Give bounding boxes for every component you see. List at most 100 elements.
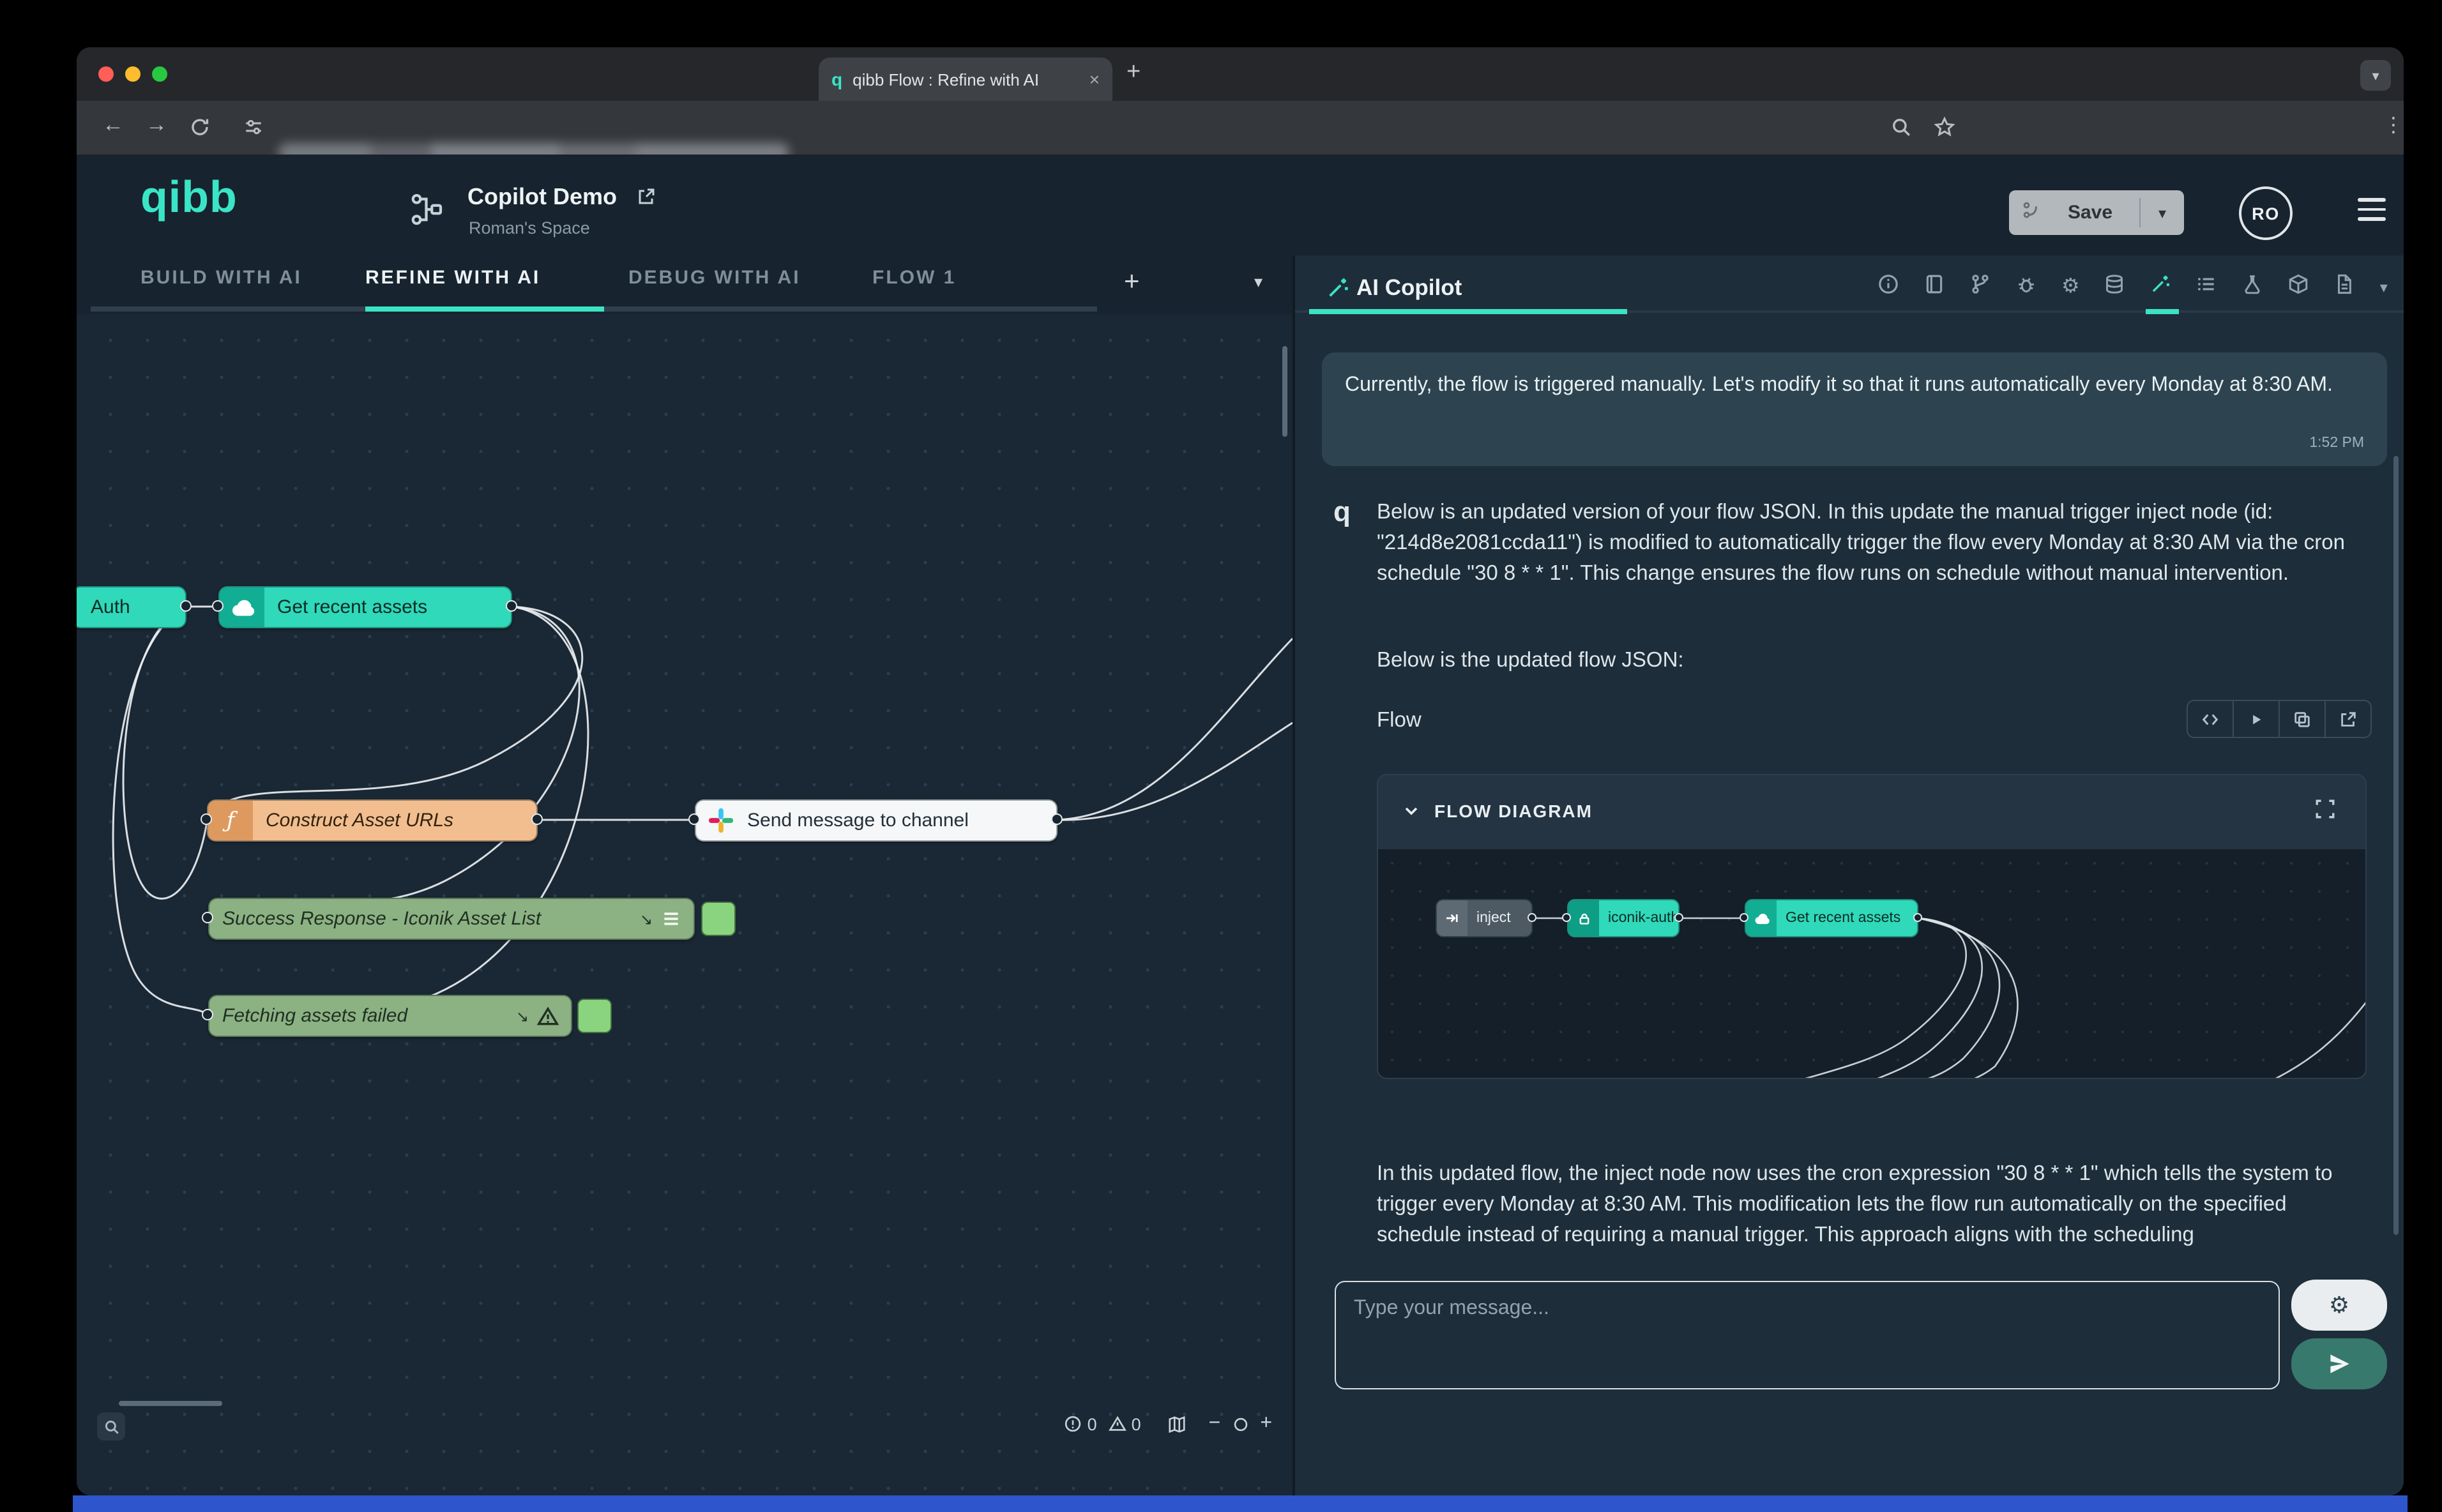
panel-title-underline bbox=[1309, 309, 1627, 314]
flask-icon[interactable] bbox=[2242, 273, 2264, 301]
zoom-reset-button[interactable] bbox=[1232, 1416, 1248, 1432]
assistant-followup-text: Below is the updated flow JSON: bbox=[1377, 646, 2367, 677]
close-window-button[interactable] bbox=[98, 66, 114, 82]
open-external-icon[interactable] bbox=[2324, 701, 2370, 737]
save-dropdown-icon[interactable]: ▾ bbox=[2141, 204, 2184, 222]
hamburger-menu-icon[interactable] bbox=[2358, 198, 2386, 220]
panel-scrollbar[interactable] bbox=[2393, 456, 2399, 1235]
arrow-se-icon: ↘ bbox=[516, 1007, 529, 1025]
port bbox=[1740, 913, 1748, 922]
tab-debug-with-ai[interactable]: DEBUG WITH AI bbox=[628, 267, 801, 289]
copy-icon[interactable] bbox=[2279, 701, 2324, 737]
minimap-icon[interactable] bbox=[1168, 1414, 1187, 1433]
port[interactable] bbox=[202, 912, 213, 923]
mini-flow-canvas[interactable]: inject iconik-auth Get r bbox=[1378, 849, 2365, 1079]
bug-icon[interactable] bbox=[2015, 273, 2037, 301]
zoom-out-button[interactable]: − bbox=[1209, 1412, 1221, 1435]
slack-icon bbox=[708, 807, 734, 834]
node-construct-asset-urls[interactable]: ƒ Construct Asset URLs bbox=[207, 799, 538, 842]
list-view-icon[interactable] bbox=[2196, 273, 2218, 301]
save-merge-icon bbox=[2022, 200, 2041, 225]
canvas-search-button[interactable] bbox=[97, 1412, 125, 1440]
node-fetching-failed[interactable]: Fetching assets failed ↘ bbox=[208, 995, 572, 1037]
node-construct-asset-urls-label: Construct Asset URLs bbox=[253, 810, 466, 831]
tab-flow-1[interactable]: FLOW 1 bbox=[872, 267, 956, 289]
diagram-collapse-chevron-icon[interactable] bbox=[1401, 801, 1422, 828]
node-fetching-failed-toggle[interactable] bbox=[577, 999, 612, 1033]
node-success-response-toggle[interactable] bbox=[701, 902, 736, 936]
back-button[interactable]: ← bbox=[102, 112, 124, 138]
new-tab-button[interactable]: + bbox=[1126, 59, 1141, 87]
add-flow-tab-button[interactable]: + bbox=[1124, 267, 1140, 298]
message-textarea[interactable] bbox=[1336, 1282, 2279, 1388]
zoom-indicator-icon[interactable] bbox=[1890, 116, 1912, 144]
canvas-hscrollbar[interactable] bbox=[119, 1401, 222, 1406]
qibb-logo[interactable]: qibb bbox=[140, 172, 238, 223]
port[interactable] bbox=[1051, 813, 1063, 825]
port[interactable] bbox=[202, 1009, 213, 1020]
package-icon[interactable] bbox=[2288, 273, 2310, 301]
gear-icon[interactable]: ⚙ bbox=[2061, 277, 2080, 298]
browser-menu-kebab-icon[interactable]: ⋮ bbox=[2383, 112, 2404, 138]
database-icon[interactable] bbox=[2104, 273, 2126, 301]
copilot-panel: AI Copilot ⚙ ▾ bbox=[1293, 255, 2404, 1495]
wand-icon bbox=[1326, 276, 1350, 306]
tab-search-button[interactable]: ▾ bbox=[2360, 60, 2391, 91]
zoom-in-button[interactable]: + bbox=[1260, 1412, 1272, 1435]
node-send-message[interactable]: Send message to channel bbox=[695, 799, 1058, 842]
book-icon[interactable] bbox=[1923, 273, 1945, 301]
zoom-window-button[interactable] bbox=[152, 66, 167, 82]
code-icon[interactable] bbox=[2188, 701, 2233, 737]
reload-button[interactable] bbox=[189, 116, 211, 144]
list-icon bbox=[660, 908, 682, 930]
node-auth[interactable]: Auth bbox=[77, 586, 186, 628]
warning-count-icon: 0 bbox=[1109, 1414, 1141, 1433]
node-get-recent-assets[interactable]: Get recent assets bbox=[218, 586, 512, 628]
bookmark-star-icon[interactable] bbox=[1934, 116, 1955, 144]
file-icon[interactable] bbox=[2334, 273, 2356, 301]
tab-close-icon[interactable]: × bbox=[1089, 69, 1100, 89]
port[interactable] bbox=[212, 600, 224, 612]
chat-settings-button[interactable]: ⚙ bbox=[2291, 1280, 2387, 1331]
tab-title: qibb Flow : Refine with AI bbox=[853, 70, 1082, 89]
port bbox=[1528, 913, 1536, 922]
port[interactable] bbox=[180, 600, 192, 612]
mini-node-get-recent-assets[interactable]: Get recent assets bbox=[1745, 899, 1918, 937]
tab-build-with-ai[interactable]: BUILD WITH AI bbox=[140, 267, 302, 289]
message-input[interactable] bbox=[1335, 1281, 2280, 1389]
mini-node-iconik-auth[interactable]: iconik-auth bbox=[1567, 899, 1680, 937]
canvas-vscrollbar[interactable] bbox=[1282, 346, 1287, 437]
mini-node-inject[interactable]: inject bbox=[1436, 899, 1533, 937]
inject-arrow-icon bbox=[1437, 900, 1467, 936]
open-external-icon[interactable] bbox=[636, 186, 656, 213]
save-button[interactable]: Save ▾ bbox=[2009, 190, 2184, 235]
diagram-fullscreen-icon[interactable] bbox=[2314, 798, 2336, 826]
run-icon[interactable] bbox=[2233, 701, 2279, 737]
desktop: q qibb Flow : Refine with AI × + ▾ ← → bbox=[0, 0, 2442, 1512]
info-icon[interactable] bbox=[1877, 273, 1899, 301]
mini-node-inject-label: inject bbox=[1467, 911, 1520, 926]
wallpaper-strip bbox=[73, 1495, 2408, 1512]
panel-more-chevron-icon[interactable]: ▾ bbox=[2380, 278, 2388, 296]
tab-refine-with-ai[interactable]: REFINE WITH AI bbox=[365, 267, 540, 289]
forward-button[interactable]: → bbox=[146, 112, 167, 138]
branch-icon[interactable] bbox=[1969, 273, 1991, 301]
node-success-response[interactable]: Success Response - Iconik Asset List ↘ bbox=[208, 898, 695, 940]
minimize-window-button[interactable] bbox=[125, 66, 140, 82]
avatar[interactable]: RO bbox=[2239, 186, 2293, 240]
port[interactable] bbox=[201, 813, 212, 825]
port[interactable] bbox=[531, 813, 543, 825]
browser-tabstrip: q qibb Flow : Refine with AI × + ▾ bbox=[77, 47, 2404, 101]
canvas-statusbar: 0 0 − + bbox=[1065, 1412, 1272, 1435]
code-actions bbox=[2187, 700, 2372, 738]
browser-tab[interactable]: q qibb Flow : Refine with AI × bbox=[819, 57, 1112, 101]
magic-wand-icon[interactable] bbox=[2150, 273, 2172, 301]
active-tab-underline bbox=[365, 306, 604, 312]
send-button[interactable] bbox=[2291, 1338, 2387, 1389]
flow-canvas[interactable]: Auth Get recent assets ƒ Construct Asset… bbox=[77, 314, 1293, 1495]
port[interactable] bbox=[688, 813, 700, 825]
send-plane-icon bbox=[2328, 1352, 2351, 1375]
flow-tabs-dropdown-icon[interactable]: ▾ bbox=[1254, 272, 1263, 292]
port[interactable] bbox=[506, 600, 517, 612]
site-settings-icon[interactable] bbox=[243, 116, 264, 144]
